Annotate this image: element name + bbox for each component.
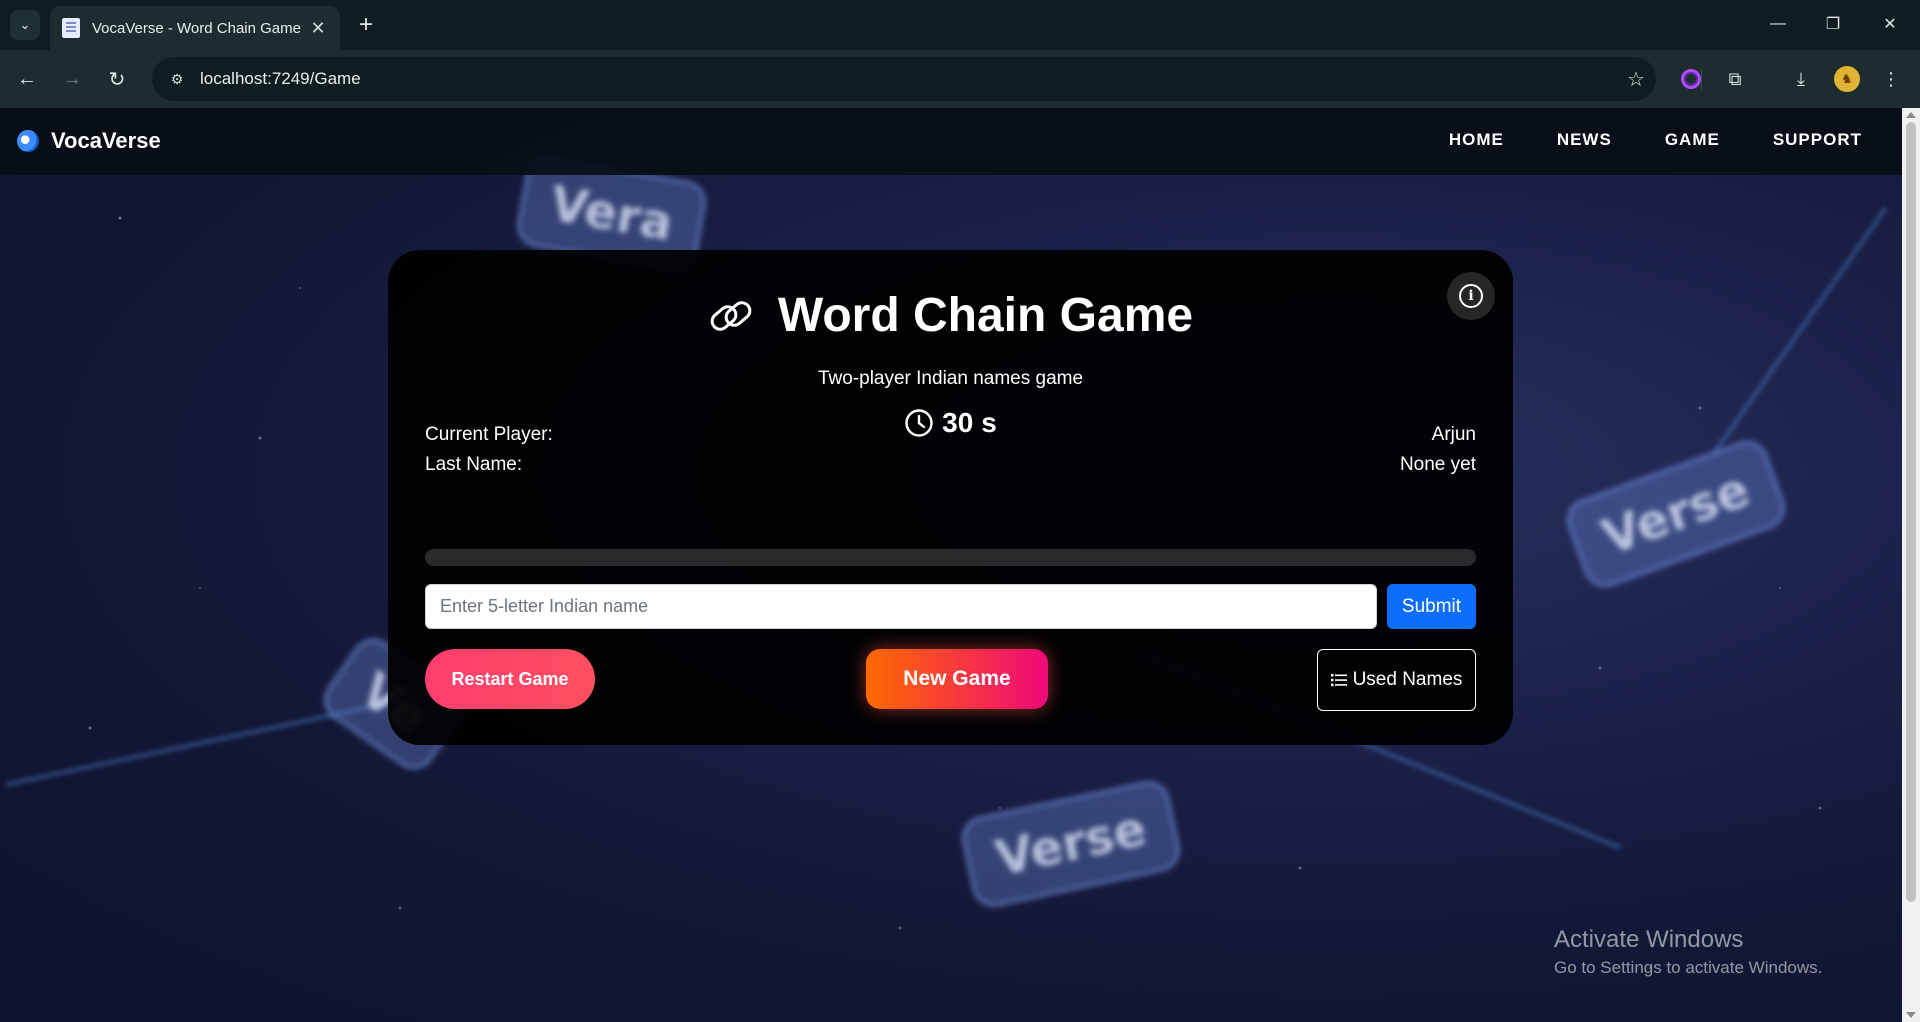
extensions-puzzle-icon[interactable]: ⧉ (1720, 64, 1750, 94)
reload-button[interactable]: ↻ (102, 64, 132, 94)
time-progress-bar (425, 549, 1476, 566)
browser-tab-bar: ⌄ VocaVerse - Word Chain Game ✕ + — ❐ ✕ (0, 0, 1920, 50)
toolbar-divider (1701, 68, 1702, 90)
name-input[interactable] (425, 584, 1377, 629)
list-icon (1330, 674, 1347, 687)
brand-name: VocaVerse (51, 128, 161, 153)
tab-title: VocaVerse - Word Chain Game (92, 19, 301, 37)
new-tab-button[interactable]: + (352, 11, 380, 39)
nav-link-support[interactable]: SUPPORT (1773, 130, 1862, 150)
page-viewport: Vera Verse Ve Verse VocaVerse HOME NEWS … (0, 108, 1902, 1022)
page-favicon-icon (62, 18, 80, 38)
back-button[interactable]: ← (12, 64, 42, 94)
current-player-info: Current Player: Arjun (425, 424, 1476, 446)
last-name-info: Last Name: None yet (425, 454, 1476, 476)
used-names-label: Used Names (1352, 669, 1463, 690)
nav-links: HOME NEWS GAME SUPPORT (1449, 130, 1862, 150)
used-names-button[interactable]: Used Names (1317, 649, 1476, 711)
nav-link-game[interactable]: GAME (1665, 130, 1720, 150)
scroll-up-icon[interactable] (1906, 112, 1916, 118)
bookmark-star-icon[interactable]: ☆ (1616, 67, 1656, 92)
site-navbar: VocaVerse HOME NEWS GAME SUPPORT (0, 108, 1902, 175)
last-name-label: Last Name: (425, 454, 523, 475)
url-text[interactable]: localhost:7249/Game (200, 69, 1616, 89)
current-player-value: Arjun (1431, 424, 1476, 445)
browser-menu-icon[interactable]: ⋮ (1876, 64, 1906, 94)
new-game-button[interactable]: New Game (866, 649, 1048, 709)
tab-search-button[interactable]: ⌄ (10, 10, 40, 40)
watermark-subtitle: Go to Settings to activate Windows. (1554, 958, 1823, 977)
site-info-icon[interactable]: ⚙ (166, 68, 188, 90)
browser-toolbar: ← → ↻ ⚙ localhost:7249/Game ☆ ⧉ ⤓ ♞ ⋮ (0, 50, 1920, 108)
game-subtitle: Two-player Indian names game (817, 368, 1084, 389)
title-row: Word Chain Game (388, 288, 1513, 343)
address-bar[interactable]: ⚙ localhost:7249/Game ☆ (152, 57, 1656, 101)
scrollbar-thumb[interactable] (1906, 122, 1916, 902)
minimize-button[interactable]: — (1756, 8, 1800, 40)
downloads-icon[interactable]: ⤓ (1786, 64, 1816, 94)
game-card: i Word Chain Game Two-player Indian name… (388, 250, 1513, 745)
profile-avatar[interactable]: ♞ (1832, 64, 1862, 94)
vocaverse-logo-icon (13, 126, 43, 156)
scroll-down-icon[interactable] (1906, 1012, 1916, 1018)
submit-button[interactable]: Submit (1387, 584, 1476, 629)
last-name-value: None yet (1399, 454, 1476, 475)
windows-activation-watermark: Activate Windows Go to Settings to activ… (1554, 926, 1822, 978)
browser-tab[interactable]: VocaVerse - Word Chain Game ✕ (50, 6, 340, 50)
current-player-label: Current Player: (425, 424, 553, 445)
brand[interactable]: VocaVerse (13, 126, 161, 156)
tab-close-icon[interactable]: ✕ (308, 18, 328, 39)
forward-button[interactable]: → (57, 64, 87, 94)
chain-link-icon (710, 300, 752, 331)
nav-link-home[interactable]: HOME (1449, 130, 1504, 150)
restart-game-button[interactable]: Restart Game (425, 649, 595, 709)
game-title: Word Chain Game (777, 289, 1194, 342)
page-scrollbar[interactable] (1902, 108, 1920, 1022)
watermark-title: Activate Windows (1554, 926, 1744, 953)
restore-button[interactable]: ❐ (1811, 8, 1855, 40)
close-window-button[interactable]: ✕ (1868, 8, 1912, 40)
nav-link-news[interactable]: NEWS (1557, 130, 1612, 150)
